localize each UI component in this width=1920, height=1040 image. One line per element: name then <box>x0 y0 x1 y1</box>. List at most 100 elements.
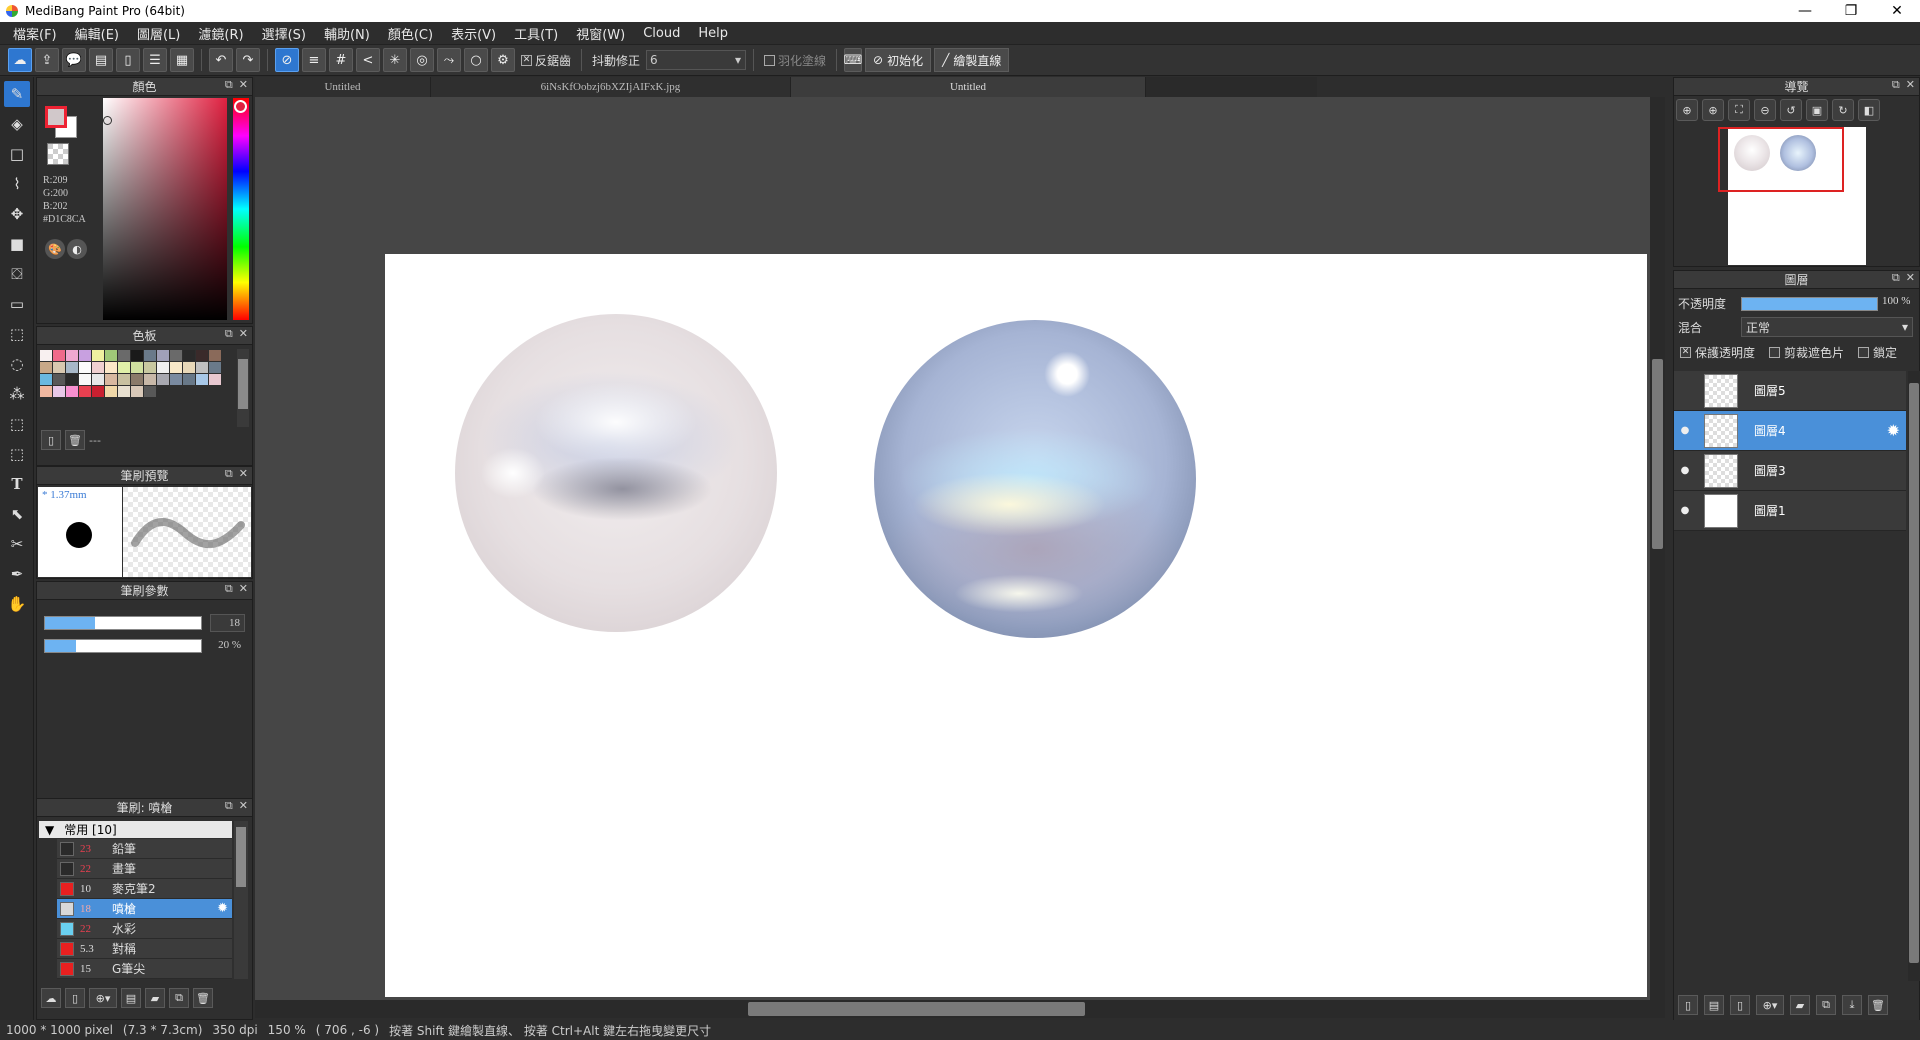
brush-list-item[interactable]: 15 G筆尖 <box>57 959 232 979</box>
perspective-snap-icon[interactable]: < <box>356 48 380 72</box>
delete-layer-icon[interactable]: 🗑 <box>1868 995 1888 1015</box>
layer-folder-icon[interactable]: ▰ <box>1790 995 1810 1015</box>
palette-icon[interactable]: 🎨 <box>45 239 65 259</box>
move-tool-icon[interactable]: ✥ <box>4 201 30 227</box>
concentric-snap-icon[interactable]: ◎ <box>410 48 434 72</box>
menu-help[interactable]: Help <box>689 26 737 41</box>
add-brush-icon[interactable]: ⊕▾ <box>89 988 117 1008</box>
palette-swatch[interactable] <box>196 374 208 385</box>
close-icon[interactable]: ✕ <box>239 467 248 481</box>
select-pen-icon[interactable]: ⬚ <box>4 411 30 437</box>
antialias-checkbox[interactable]: ✕ <box>521 54 532 66</box>
divide-tool-icon[interactable]: ✂ <box>4 531 30 557</box>
menu-window[interactable]: 視窗(W) <box>567 24 634 43</box>
close-icon[interactable]: ✕ <box>1906 78 1915 92</box>
new-8bit-layer-icon[interactable]: ▯ <box>1730 995 1750 1015</box>
palette-swatch[interactable] <box>144 374 156 385</box>
menu-edit[interactable]: 編輯(E) <box>66 24 128 43</box>
undock-icon[interactable]: ⧉ <box>225 78 233 92</box>
new-layer-icon[interactable]: ▯ <box>1678 995 1698 1015</box>
palette-swatch[interactable] <box>118 386 130 397</box>
fit-view-icon[interactable]: ⛶ <box>1728 99 1750 121</box>
layer-scrollbar[interactable] <box>1908 371 1920 981</box>
undo-icon[interactable]: ↶ <box>209 48 233 72</box>
eyedropper-tool-icon[interactable]: ✒ <box>4 561 30 587</box>
bucket-tool-icon[interactable]: ⛋ <box>4 261 30 287</box>
undock-icon[interactable]: ⧉ <box>225 799 233 813</box>
duplicate-layer-icon[interactable]: ⧉ <box>1816 995 1836 1015</box>
palette-swatch[interactable] <box>40 386 52 397</box>
color-mix-icon[interactable]: ◐ <box>67 239 87 259</box>
upload-icon[interactable]: ⇪ <box>35 48 59 72</box>
flip-icon[interactable]: ◧ <box>1858 99 1880 121</box>
rotate-right-icon[interactable]: ↻ <box>1832 99 1854 121</box>
brush-opacity-slider[interactable] <box>44 639 202 653</box>
clipping-toggle[interactable]: 剪裁遮色片 <box>1769 344 1844 361</box>
palette-swatch[interactable] <box>131 386 143 397</box>
palette-swatch[interactable] <box>157 374 169 385</box>
snap-settings-icon[interactable]: ⚙ <box>491 48 515 72</box>
hue-slider[interactable] <box>233 98 249 320</box>
grid-snap-icon[interactable]: # <box>329 48 353 72</box>
select-eraser-icon[interactable]: ⬚ <box>4 441 30 467</box>
palette-swatch[interactable] <box>118 362 130 373</box>
brush-list-item[interactable]: 22 畫筆 <box>57 859 232 879</box>
cloud-save-icon[interactable]: ☁ <box>8 48 32 72</box>
layer-row[interactable]: ● 圖層1 <box>1674 491 1906 531</box>
palette-swatch[interactable] <box>66 350 78 361</box>
comment-icon[interactable]: ▤ <box>89 48 113 72</box>
new-halftone-layer-icon[interactable]: ▤ <box>1704 995 1724 1015</box>
protect-alpha-checkbox[interactable]: ✕ <box>1680 347 1691 358</box>
brush-opacity-value[interactable]: 20 % <box>210 637 245 655</box>
transparent-color-swatch[interactable] <box>47 143 69 165</box>
delete-palette-icon[interactable]: 🗑 <box>65 430 85 450</box>
palette-swatch[interactable] <box>157 350 169 361</box>
feather-checkbox[interactable] <box>764 54 776 66</box>
circle-snap-icon[interactable]: ○ <box>464 48 488 72</box>
palette-swatch[interactable] <box>66 386 78 397</box>
page-icon[interactable]: ▯ <box>116 48 140 72</box>
menu-cloud[interactable]: Cloud <box>634 26 689 41</box>
snap-off-icon[interactable]: ⊘ <box>275 48 299 72</box>
drawing-canvas[interactable] <box>385 254 1647 997</box>
redo-icon[interactable]: ↷ <box>236 48 260 72</box>
zoom-in-icon[interactable]: ⊕ <box>1676 99 1698 121</box>
gradient-tool-icon[interactable]: ▭ <box>4 291 30 317</box>
palette-swatch[interactable] <box>53 350 65 361</box>
rect-fill-tool-icon[interactable]: ■ <box>4 231 30 257</box>
actual-size-icon[interactable]: ▣ <box>1806 99 1828 121</box>
clipping-checkbox[interactable] <box>1769 347 1781 358</box>
new-brush-icon[interactable]: ▯ <box>65 988 85 1008</box>
palette-swatch[interactable] <box>118 350 130 361</box>
tab-untitled-2[interactable]: Untitled <box>791 77 1146 97</box>
visibility-eye-icon[interactable]: ● <box>1674 425 1696 436</box>
lock-checkbox[interactable] <box>1858 347 1870 358</box>
palette-swatch[interactable] <box>105 362 117 373</box>
grid-icon[interactable]: ▦ <box>170 48 194 72</box>
layer-row[interactable]: 圖層5 <box>1674 371 1906 411</box>
gear-icon[interactable]: ✹ <box>217 901 228 916</box>
brush-list-item[interactable]: 10 麥克筆2 <box>57 879 232 899</box>
palette-swatch[interactable] <box>105 374 117 385</box>
palette-swatch[interactable] <box>66 362 78 373</box>
palette-swatch[interactable] <box>131 374 143 385</box>
navigator-thumbnail[interactable] <box>1718 127 1866 265</box>
brush-size-value[interactable]: 18 <box>210 614 245 632</box>
tab-image-file[interactable]: 6iNsKfOobzj6bXZIjAIFxK.jpg <box>431 77 791 97</box>
menu-color[interactable]: 顏色(C) <box>379 24 442 43</box>
palette-swatch[interactable] <box>157 362 169 373</box>
cloud-brush-icon[interactable]: ☁ <box>41 988 61 1008</box>
palette-swatch[interactable] <box>105 350 117 361</box>
palette-swatch[interactable] <box>118 374 130 385</box>
palette-swatch[interactable] <box>92 362 104 373</box>
menu-assist[interactable]: 輔助(N) <box>315 24 379 43</box>
menu-filter[interactable]: 濾鏡(R) <box>189 24 252 43</box>
undock-icon[interactable]: ⧉ <box>225 467 233 481</box>
eraser-tool-icon[interactable]: ◈ <box>4 111 30 137</box>
menu-tools[interactable]: 工具(T) <box>505 24 567 43</box>
layer-opacity-slider[interactable] <box>1741 297 1878 311</box>
close-button[interactable]: ✕ <box>1874 0 1920 22</box>
brush-list-item[interactable]: 23 鉛筆 <box>57 839 232 859</box>
tab-untitled-1[interactable]: Untitled <box>255 77 431 97</box>
brush-settings-icon[interactable]: ▤ <box>121 988 141 1008</box>
